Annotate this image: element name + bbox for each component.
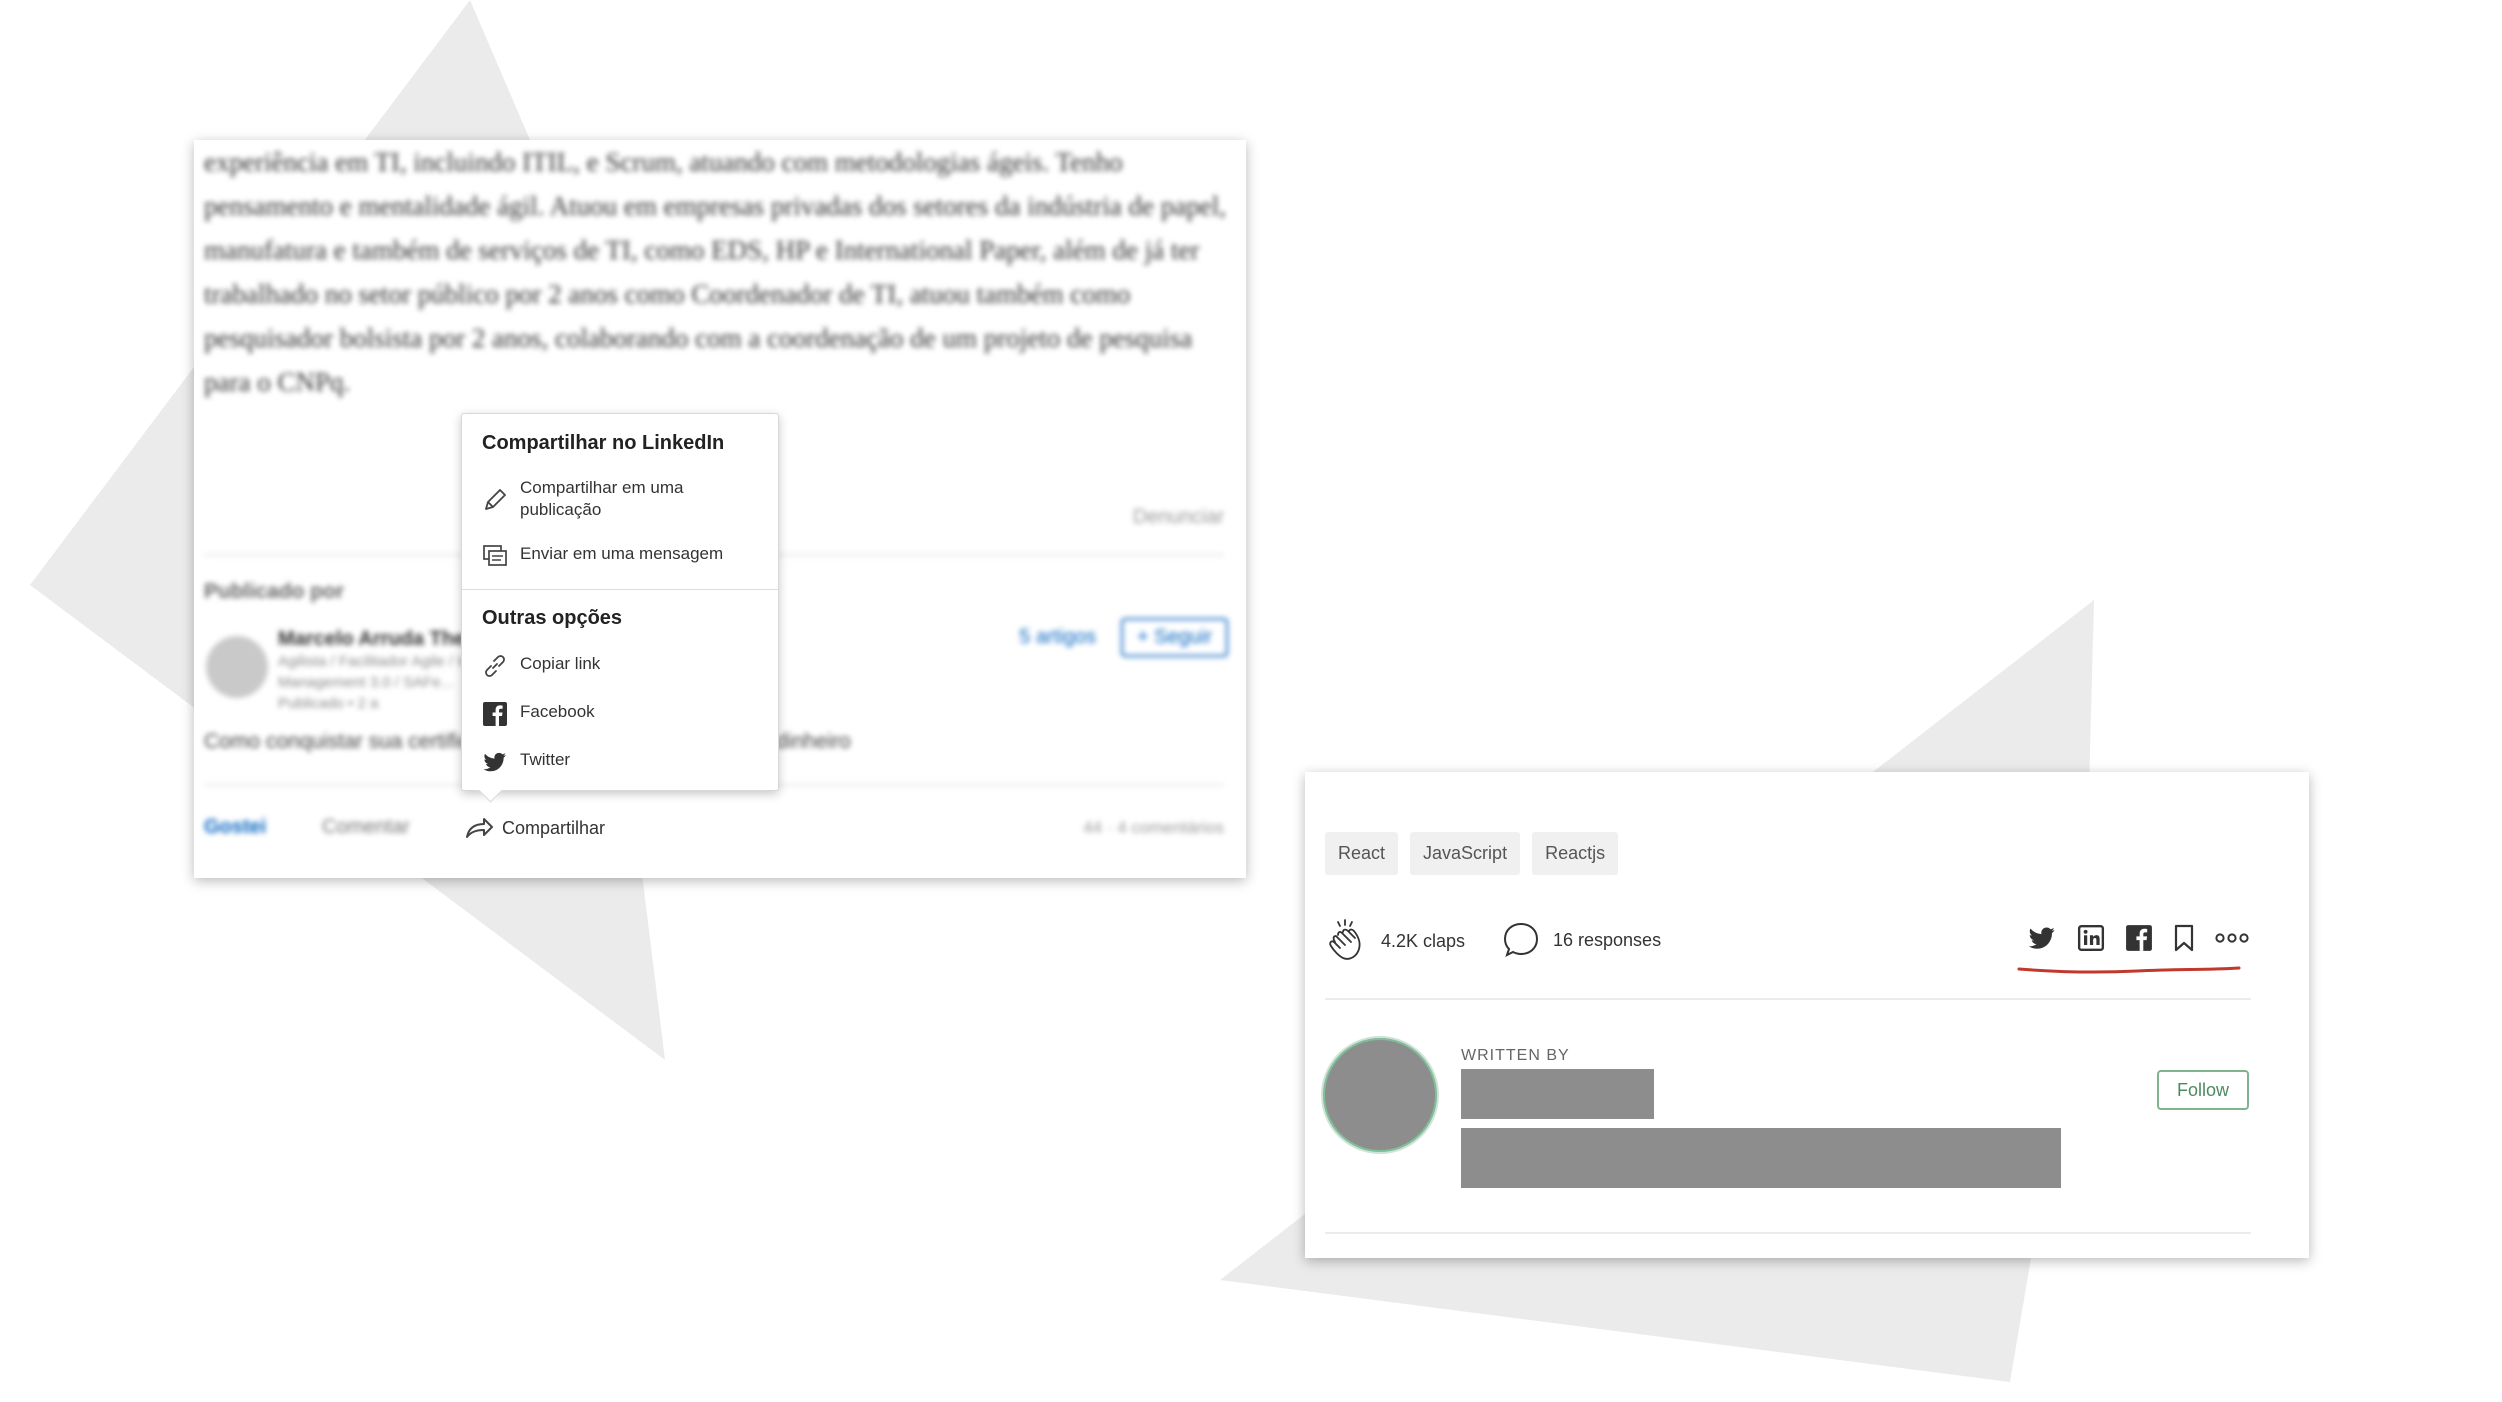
bookmark-icon[interactable]: [2173, 924, 2195, 957]
share-in-post-item[interactable]: Compartilhar em uma publicação: [482, 477, 683, 521]
published-by-label: Publicado por: [204, 580, 345, 603]
tag-react[interactable]: React: [1325, 832, 1399, 875]
follow-button[interactable]: + Seguir: [1120, 618, 1228, 657]
redacted-author-name: [1461, 1069, 1654, 1119]
share-in-post-label-2: publicação: [520, 500, 602, 519]
responses-count: 16 responses: [1553, 929, 1662, 950]
facebook-icon[interactable]: [2125, 924, 2153, 957]
send-message-item[interactable]: Enviar em uma mensagem: [482, 543, 723, 569]
reactions-count[interactable]: 44 · 4 comentários: [1083, 818, 1224, 838]
clap-icon: [1329, 919, 1361, 960]
claps-count: 4.2K claps: [1381, 930, 1466, 951]
message-icon: [483, 545, 507, 566]
redacted-author-bio: [1461, 1128, 2061, 1188]
facebook-icon: [483, 702, 507, 726]
copy-link-label: Copiar link: [520, 654, 601, 673]
medium-article-footer-card: React JavaScript Reactjs 4.2K claps 16 r…: [1305, 772, 2309, 1258]
social-share-icons: [2027, 924, 2249, 957]
more-icon[interactable]: [2215, 931, 2249, 950]
highlight-underline: [2017, 966, 2241, 974]
popup-divider: [462, 589, 778, 590]
share-button-label: Compartilhar: [502, 817, 606, 838]
tag-list: React JavaScript Reactjs: [1325, 832, 1619, 875]
claps-button[interactable]: 4.2K claps: [1325, 918, 1465, 964]
social-actions-bar: Gostei Comentar 44 · 4 comentários: [204, 812, 1224, 852]
article-text: experiência em TI, incluindo ITIL, e Scr…: [204, 147, 1226, 397]
divider: [1325, 998, 2251, 1000]
twitter-icon[interactable]: [2027, 925, 2057, 956]
articles-link[interactable]: 5 artigos: [1019, 626, 1096, 649]
twitter-icon: [483, 752, 506, 772]
comment-button[interactable]: Comentar: [322, 816, 410, 839]
author-avatar[interactable]: [206, 636, 268, 698]
linkedin-icon[interactable]: [2077, 924, 2105, 957]
share-arrow-icon: [466, 818, 493, 838]
author-avatar[interactable]: [1321, 1036, 1439, 1154]
twitter-item[interactable]: Twitter: [482, 749, 570, 775]
twitter-label: Twitter: [520, 750, 571, 769]
comment-bubble-icon: [1503, 922, 1539, 957]
send-message-label: Enviar em uma mensagem: [520, 544, 724, 563]
tag-reactjs[interactable]: Reactjs: [1532, 832, 1619, 875]
like-button[interactable]: Gostei: [204, 816, 266, 839]
share-button[interactable]: Compartilhar: [464, 804, 634, 852]
share-in-post-label-1: Compartilhar em uma: [520, 478, 684, 497]
facebook-item[interactable]: Facebook: [482, 701, 595, 727]
popup-section-linkedin-title: Compartilhar no LinkedIn: [482, 432, 725, 454]
responses-button[interactable]: 16 responses: [1501, 920, 1661, 960]
pencil-icon: [485, 489, 506, 510]
copy-link-item[interactable]: Copiar link: [482, 653, 600, 679]
facebook-label: Facebook: [520, 702, 595, 721]
follow-button[interactable]: Follow: [2157, 1070, 2249, 1110]
divider: [1325, 1232, 2251, 1234]
written-by-label: WRITTEN BY: [1461, 1047, 1570, 1064]
tag-javascript[interactable]: JavaScript: [1410, 832, 1521, 875]
link-icon: [485, 655, 505, 677]
report-link[interactable]: Denunciar: [1133, 506, 1224, 529]
share-popup-menu: Compartilhar no LinkedIn Compartilhar em…: [461, 413, 779, 791]
popup-section-other-title: Outras opções: [482, 607, 623, 629]
